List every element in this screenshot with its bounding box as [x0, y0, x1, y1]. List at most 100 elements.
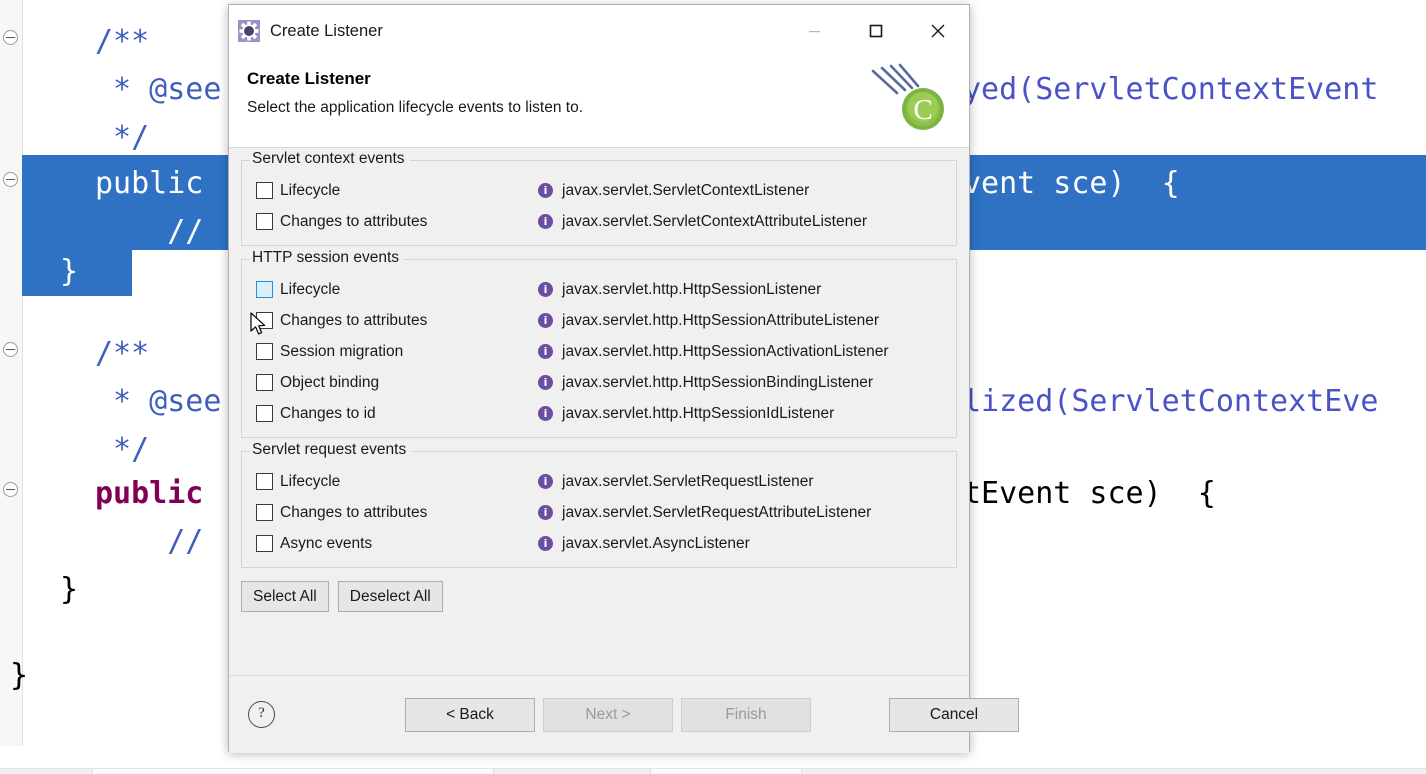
listener-class: i javax.servlet.ServletContextAttributeLi…	[538, 213, 867, 231]
info-icon[interactable]: i	[538, 344, 553, 359]
status-bar	[0, 768, 1426, 774]
event-label[interactable]: Changes to attributes	[280, 504, 427, 522]
listener-class: i javax.servlet.http.HttpSessionBindingLi…	[538, 374, 873, 392]
code-line: lized(ServletContextEve	[963, 384, 1379, 419]
event-label[interactable]: Changes to attributes	[280, 213, 427, 231]
code-line: //	[95, 524, 204, 559]
create-listener-dialog: Create Listener Create Listener Select t…	[228, 4, 1019, 753]
info-icon[interactable]: i	[538, 375, 553, 390]
fold-toggle-icon[interactable]	[3, 482, 18, 497]
event-label[interactable]: Object binding	[280, 374, 379, 392]
info-icon[interactable]: i	[538, 505, 553, 520]
group-legend: Servlet context events	[250, 150, 410, 168]
listener-class: i javax.servlet.ServletRequestListener	[538, 473, 814, 491]
listener-class-name: javax.servlet.http.HttpSessionIdListener	[562, 404, 835, 422]
event-label[interactable]: Session migration	[280, 343, 403, 361]
event-groups: Servlet context events Lifecycle i javax.se…	[241, 150, 957, 568]
event-group: HTTP session events Lifecycle i javax.servl…	[241, 249, 957, 438]
checkbox-changes-to-attributes[interactable]	[256, 504, 273, 521]
listener-class-name: javax.servlet.ServletContextListener	[562, 181, 810, 199]
code-line: /**	[95, 24, 150, 59]
listener-class-name: javax.servlet.ServletRequestListener	[562, 472, 814, 490]
info-icon[interactable]: i	[538, 214, 553, 229]
listener-class-name: javax.servlet.http.HttpSessionListener	[562, 280, 822, 298]
checkbox-async-events[interactable]	[256, 535, 273, 552]
maximize-button[interactable]	[845, 5, 907, 57]
selection-buttons: Select All Deselect All	[241, 581, 957, 612]
listener-class-name: javax.servlet.ServletRequestAttributeLis…	[562, 503, 872, 521]
code-line: }	[60, 572, 79, 607]
banner-subtitle: Select the application lifecycle events …	[247, 99, 584, 116]
dialog-footer: ? < Back Next > Finish Cancel	[229, 675, 1019, 753]
status-segment	[92, 769, 494, 774]
event-row[interactable]: Session migration i javax.servlet.http.Htt…	[250, 336, 948, 367]
select-all-button[interactable]: Select All	[241, 581, 329, 612]
code-line: public	[95, 166, 204, 201]
back-button[interactable]: < Back	[405, 697, 535, 732]
help-icon[interactable]: ?	[248, 701, 275, 728]
code-line: //	[95, 214, 204, 249]
fold-toggle-icon[interactable]	[3, 172, 18, 187]
banner-title: Create Listener	[247, 69, 371, 88]
event-label[interactable]: Changes to attributes	[280, 312, 427, 330]
code-line: tEvent sce) {	[963, 476, 1216, 511]
listener-wizard-banner-icon: C	[859, 59, 951, 147]
event-row[interactable]: Async events i javax.servlet.AsyncListener	[250, 528, 948, 559]
event-label[interactable]: Async events	[280, 535, 372, 553]
info-icon[interactable]: i	[538, 536, 553, 551]
listener-class: i javax.servlet.ServletRequestAttributeLi…	[538, 504, 871, 522]
fold-toggle-icon[interactable]	[3, 30, 18, 45]
fold-toggle-icon[interactable]	[3, 342, 18, 357]
event-row[interactable]: Changes to attributes i javax.servlet.http…	[250, 305, 948, 336]
event-row[interactable]: Object binding i javax.servlet.http.HttpSe…	[250, 367, 948, 398]
code-line: * @see	[95, 72, 222, 107]
dialog-content: Servlet context events Lifecycle i javax.se…	[229, 148, 969, 675]
event-label[interactable]: Lifecycle	[280, 182, 340, 200]
event-row[interactable]: Changes to attributes i javax.servlet.Serv…	[250, 497, 948, 528]
info-icon[interactable]: i	[538, 474, 553, 489]
checkbox-changes-to-attributes[interactable]	[256, 213, 273, 230]
checkbox-lifecycle[interactable]	[256, 473, 273, 490]
info-icon[interactable]: i	[538, 313, 553, 328]
checkbox-lifecycle[interactable]	[256, 182, 273, 199]
wizard-nav-buttons: < Back Next > Finish Cancel	[405, 697, 1019, 732]
info-icon[interactable]: i	[538, 406, 553, 421]
window-controls	[783, 5, 969, 57]
checkbox-changes-to-id[interactable]	[256, 405, 273, 422]
dialog-titlebar[interactable]: Create Listener	[229, 5, 969, 57]
listener-class: i javax.servlet.AsyncListener	[538, 535, 750, 553]
group-legend: HTTP session events	[250, 249, 405, 267]
checkbox-object-binding[interactable]	[256, 374, 273, 391]
event-row[interactable]: Changes to id i javax.servlet.http.HttpSes…	[250, 398, 948, 429]
listener-class-name: javax.servlet.http.HttpSessionAttributeL…	[562, 311, 880, 329]
event-row[interactable]: Lifecycle i javax.servlet.ServletRequestLi…	[250, 466, 948, 497]
finish-button[interactable]: Finish	[681, 697, 811, 732]
dialog-banner: Create Listener Select the application l…	[229, 57, 969, 148]
event-row[interactable]: Lifecycle i javax.servlet.http.HttpSession…	[250, 274, 948, 305]
checkbox-changes-to-attributes[interactable]	[256, 312, 273, 329]
minimize-button[interactable]	[783, 5, 845, 57]
event-label[interactable]: Lifecycle	[280, 473, 340, 491]
cancel-button[interactable]: Cancel	[889, 697, 1019, 732]
checkbox-session-migration[interactable]	[256, 343, 273, 360]
event-label[interactable]: Changes to id	[280, 405, 376, 423]
next-button[interactable]: Next >	[543, 697, 673, 732]
code-line: */	[95, 120, 150, 155]
event-row[interactable]: Changes to attributes i javax.servlet.Serv…	[250, 206, 948, 237]
code-line: * @see	[95, 384, 222, 419]
listener-class: i javax.servlet.http.HttpSessionListener	[538, 281, 821, 299]
listener-class: i javax.servlet.http.HttpSessionIdListene…	[538, 405, 834, 423]
close-button[interactable]	[907, 5, 969, 57]
event-group: Servlet context events Lifecycle i javax.se…	[241, 150, 957, 246]
code-line: vent sce) {	[963, 166, 1180, 201]
code-line: */	[95, 432, 150, 467]
event-label[interactable]: Lifecycle	[280, 281, 340, 299]
checkbox-lifecycle[interactable]	[256, 281, 273, 298]
event-row[interactable]: Lifecycle i javax.servlet.ServletContextLi…	[250, 175, 948, 206]
info-icon[interactable]: i	[538, 282, 553, 297]
code-line: public	[95, 476, 204, 511]
info-icon[interactable]: i	[538, 183, 553, 198]
deselect-all-button[interactable]: Deselect All	[337, 581, 443, 612]
code-line: /**	[95, 336, 150, 371]
svg-text:C: C	[913, 94, 932, 126]
